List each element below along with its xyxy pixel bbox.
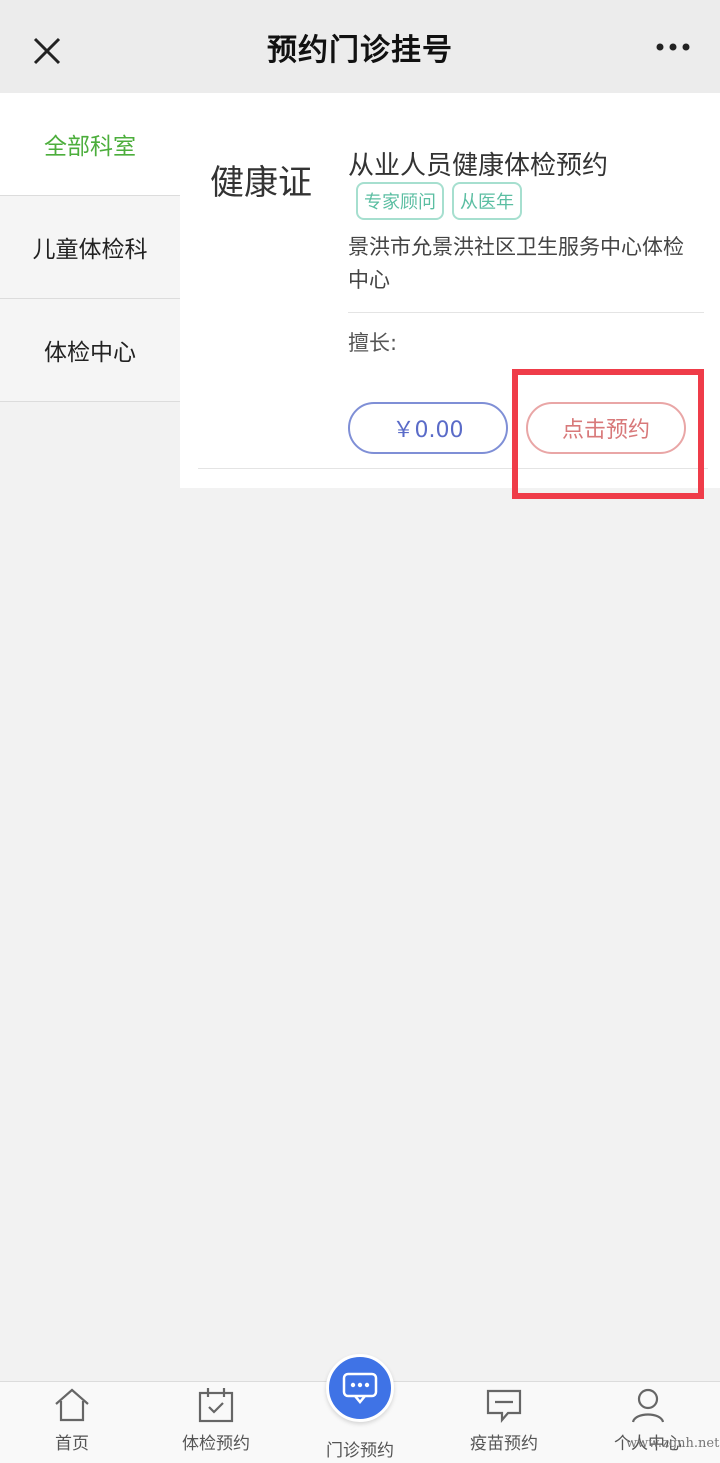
price-button[interactable]: ￥0.00 [348, 402, 508, 454]
tag-expert: 专家顾问 [356, 182, 444, 220]
divider [348, 312, 704, 313]
close-icon[interactable] [30, 34, 64, 68]
calendar-check-icon [198, 1388, 234, 1423]
tab-label: 门诊预约 [326, 1441, 394, 1461]
chat-icon [342, 1372, 378, 1404]
tab-checkup-booking[interactable]: 体检预约 [144, 1382, 288, 1463]
sidebar-item-label: 儿童体检科 [32, 237, 148, 263]
sidebar-item-label: 体检中心 [44, 340, 136, 366]
sidebar-item-checkup-center[interactable]: 体检中心 [0, 299, 180, 402]
tab-home[interactable]: 首页 [0, 1382, 144, 1463]
service-category: 健康证 [210, 163, 312, 203]
tag-years: 从医年 [452, 182, 522, 220]
sidebar-item-children-checkup[interactable]: 儿童体检科 [0, 196, 180, 299]
specialty-label: 擅长: [348, 331, 398, 355]
tab-label: 体检预约 [182, 1434, 250, 1454]
highlight-box [512, 369, 704, 499]
sidebar-item-all-departments[interactable]: 全部科室 [0, 93, 180, 196]
watermark-text: www.zgnh.net [626, 1436, 720, 1451]
app-header: 预约门诊挂号 [0, 0, 720, 93]
service-organization: 景洪市允景洪社区卫生服务中心体检中心 [348, 235, 684, 292]
user-icon [631, 1388, 665, 1423]
service-tags: 专家顾问 从医年 [356, 182, 522, 220]
service-name: 从业人员健康体检预约 [348, 151, 609, 181]
page-title: 预约门诊挂号 [267, 32, 453, 68]
department-sidebar: 全部科室 儿童体检科 体检中心 [0, 93, 180, 402]
tab-vaccine-booking[interactable]: 疫苗预约 [432, 1382, 576, 1463]
sidebar-item-label: 全部科室 [44, 134, 136, 160]
price-value: ￥0.00 [392, 418, 464, 443]
tab-label: 疫苗预约 [470, 1434, 538, 1454]
home-icon [55, 1388, 89, 1422]
message-icon [486, 1389, 522, 1423]
tab-outpatient-booking[interactable] [326, 1354, 394, 1422]
more-icon[interactable] [656, 40, 690, 54]
tab-label: 首页 [55, 1434, 89, 1454]
